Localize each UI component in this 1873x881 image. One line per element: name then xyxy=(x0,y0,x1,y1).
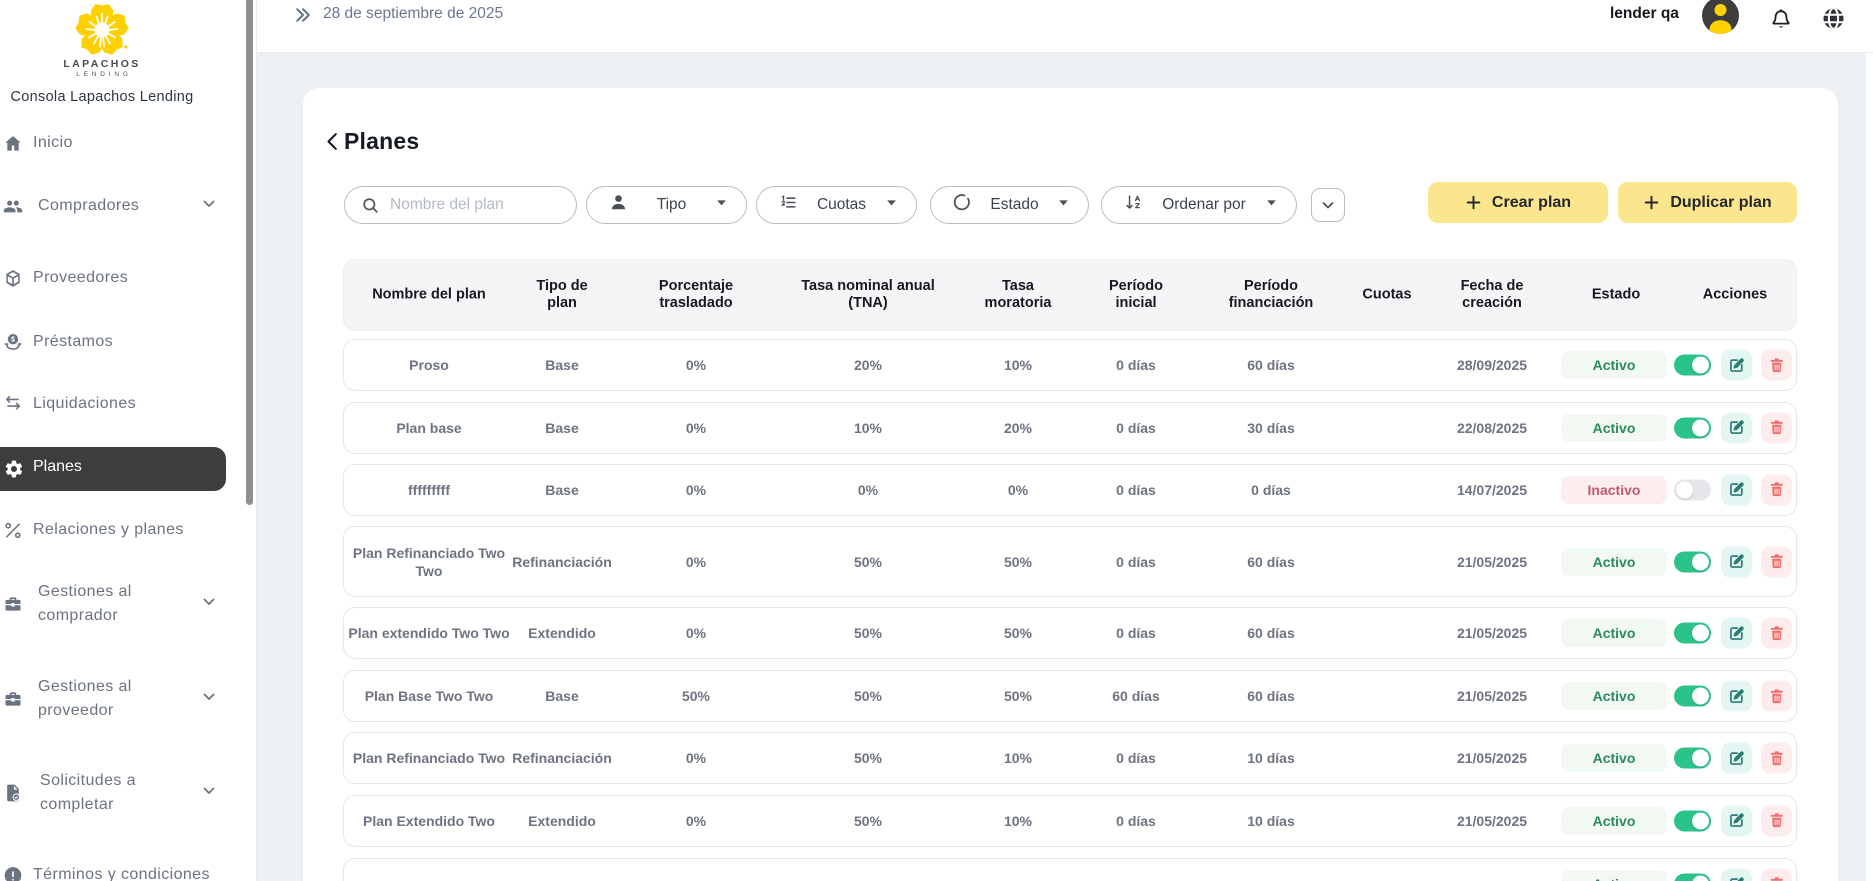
svg-text:$: $ xyxy=(11,335,15,343)
